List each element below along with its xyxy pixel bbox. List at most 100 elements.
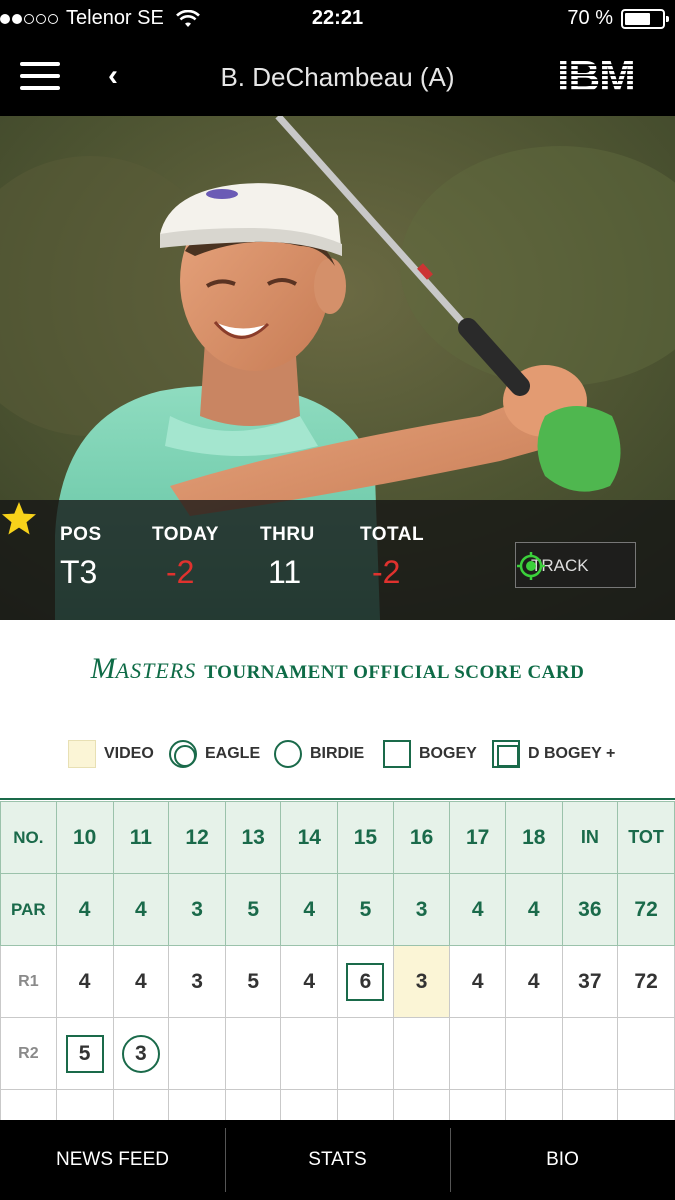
masters-asters: ASTERS bbox=[115, 658, 197, 683]
legend-video-label: VIDEO bbox=[104, 745, 154, 762]
position-stat: POS T3 bbox=[60, 524, 102, 591]
r1-score[interactable]: 4 bbox=[112, 945, 170, 1018]
position-value: T3 bbox=[60, 554, 98, 590]
r2-score bbox=[224, 1017, 282, 1090]
r1-score[interactable]: 4 bbox=[449, 945, 506, 1018]
hole-number: 10 bbox=[55, 801, 114, 874]
par-total-value: 72 bbox=[617, 873, 675, 946]
par-value: 3 bbox=[392, 873, 451, 946]
favorite-star-icon[interactable] bbox=[0, 500, 38, 538]
hole-number: 12 bbox=[168, 801, 226, 874]
today-label: TODAY bbox=[152, 524, 219, 545]
today-stat: TODAY -2 bbox=[152, 524, 219, 591]
scorecard-panel: MASTERS TOURNAMENT OFFICIAL SCORE CARD VI… bbox=[0, 620, 675, 1120]
par-label: PAR bbox=[0, 873, 57, 946]
legend-dbogey-label: D BOGEY + bbox=[528, 745, 616, 762]
par-value: 4 bbox=[449, 873, 506, 946]
legend-birdie-label: BIRDIE bbox=[310, 745, 365, 762]
tab-bio[interactable]: BIO bbox=[450, 1120, 675, 1200]
r1-score[interactable]: 4 bbox=[504, 945, 563, 1018]
r1-score[interactable]: 4 bbox=[55, 945, 114, 1018]
scorecard-legend: VIDEO EAGLE BIRDIE BOGEY D BOGEY + bbox=[0, 740, 675, 774]
r2-in-total bbox=[561, 1017, 619, 1090]
par-in-value: 36 bbox=[561, 873, 619, 946]
r1-total: 72 bbox=[617, 945, 675, 1018]
r1-score-bogey[interactable]: 6 bbox=[337, 945, 394, 1018]
scorecard-title: MASTERS TOURNAMENT OFFICIAL SCORE CARD bbox=[0, 652, 675, 686]
ibm-logo: IBM bbox=[545, 56, 647, 96]
scorecard-divider bbox=[0, 798, 675, 800]
r2-score bbox=[280, 1017, 339, 1090]
hole-number: 13 bbox=[224, 801, 282, 874]
r2-score bbox=[168, 1017, 226, 1090]
position-label: POS bbox=[60, 524, 102, 545]
total-value: -2 bbox=[372, 554, 401, 590]
scorecard-title-text: TOURNAMENT OFFICIAL SCORE CARD bbox=[204, 662, 585, 683]
battery-percent: 70 % bbox=[567, 7, 613, 29]
player-photo: POS T3 TODAY -2 THRU 11 TOTAL -2 TRACK bbox=[0, 116, 675, 620]
scorecard-table: NO. 10 11 12 13 14 15 16 17 18 IN TOT PA… bbox=[0, 801, 675, 1120]
r2-score bbox=[449, 1017, 506, 1090]
legend-eagle-label: EAGLE bbox=[205, 745, 261, 762]
round-3-row bbox=[0, 1089, 675, 1120]
hole-number: 18 bbox=[504, 801, 563, 874]
thru-label: THRU bbox=[260, 524, 315, 545]
round-2-row: R2 5 3 bbox=[0, 1017, 675, 1090]
birdie-marker: 3 bbox=[121, 1034, 160, 1073]
birdie-circle-icon bbox=[274, 740, 302, 768]
today-value: -2 bbox=[166, 554, 195, 590]
r2-score-birdie[interactable]: 3 bbox=[112, 1017, 170, 1090]
track-button[interactable]: TRACK bbox=[515, 542, 636, 588]
par-value: 5 bbox=[337, 873, 394, 946]
legend-birdie: BIRDIE bbox=[274, 740, 364, 768]
bogey-square-icon bbox=[383, 740, 411, 768]
thru-stat: THRU 11 bbox=[260, 524, 315, 591]
bogey-marker: 6 bbox=[346, 962, 385, 1001]
r2-score bbox=[337, 1017, 394, 1090]
par-value: 3 bbox=[168, 873, 226, 946]
status-bar: Telenor SE 22:21 70 % bbox=[0, 0, 675, 38]
par-value: 4 bbox=[280, 873, 339, 946]
total-stat: TOTAL -2 bbox=[360, 524, 424, 591]
r1-score-video[interactable]: 3 bbox=[392, 945, 451, 1018]
par-row: PAR 4 4 3 5 4 5 3 4 4 36 72 bbox=[0, 873, 675, 946]
r1-in-total: 37 bbox=[561, 945, 619, 1018]
bogey-marker: 5 bbox=[65, 1034, 104, 1073]
round-2-label: R2 bbox=[0, 1017, 57, 1090]
r2-score-bogey[interactable]: 5 bbox=[55, 1017, 114, 1090]
hole-number: 14 bbox=[280, 801, 339, 874]
masters-m: M bbox=[90, 652, 116, 685]
r2-score bbox=[392, 1017, 451, 1090]
hole-number: 17 bbox=[449, 801, 506, 874]
nav-bar: ‹ B. DeChambeau (A) IBM bbox=[0, 38, 675, 116]
hole-number: 15 bbox=[337, 801, 394, 874]
round-1-label: R1 bbox=[0, 945, 57, 1018]
player-score-strip: POS T3 TODAY -2 THRU 11 TOTAL -2 TRACK bbox=[0, 500, 675, 620]
legend-bogey: BOGEY bbox=[383, 740, 477, 768]
tab-news-feed[interactable]: NEWS FEED bbox=[0, 1120, 225, 1200]
round-1-row: R1 4 4 3 5 4 6 3 4 4 37 72 bbox=[0, 945, 675, 1018]
total-label: TOTAL bbox=[360, 524, 425, 545]
legend-eagle: EAGLE bbox=[169, 740, 260, 768]
total-header: TOT bbox=[617, 801, 675, 874]
par-value: 4 bbox=[112, 873, 170, 946]
par-value: 5 bbox=[224, 873, 282, 946]
hole-number: 11 bbox=[112, 801, 170, 874]
thru-value: 11 bbox=[268, 554, 302, 590]
r1-score[interactable]: 5 bbox=[224, 945, 282, 1018]
battery-icon bbox=[621, 8, 669, 29]
in-header: IN bbox=[561, 801, 619, 874]
r1-score[interactable]: 4 bbox=[280, 945, 339, 1018]
target-icon bbox=[517, 552, 545, 580]
bottom-tab-bar: NEWS FEED STATS BIO bbox=[0, 1120, 675, 1200]
par-value: 4 bbox=[55, 873, 114, 946]
r2-score bbox=[504, 1017, 563, 1090]
par-value: 4 bbox=[504, 873, 563, 946]
legend-bogey-label: BOGEY bbox=[419, 745, 477, 762]
hole-number-row: NO. 10 11 12 13 14 15 16 17 18 IN TOT bbox=[0, 801, 675, 874]
r1-score[interactable]: 3 bbox=[168, 945, 226, 1018]
hole-header-label: NO. bbox=[0, 801, 57, 874]
tab-stats[interactable]: STATS bbox=[225, 1120, 450, 1200]
legend-double-bogey: D BOGEY + bbox=[492, 740, 615, 768]
hole-number: 16 bbox=[392, 801, 451, 874]
